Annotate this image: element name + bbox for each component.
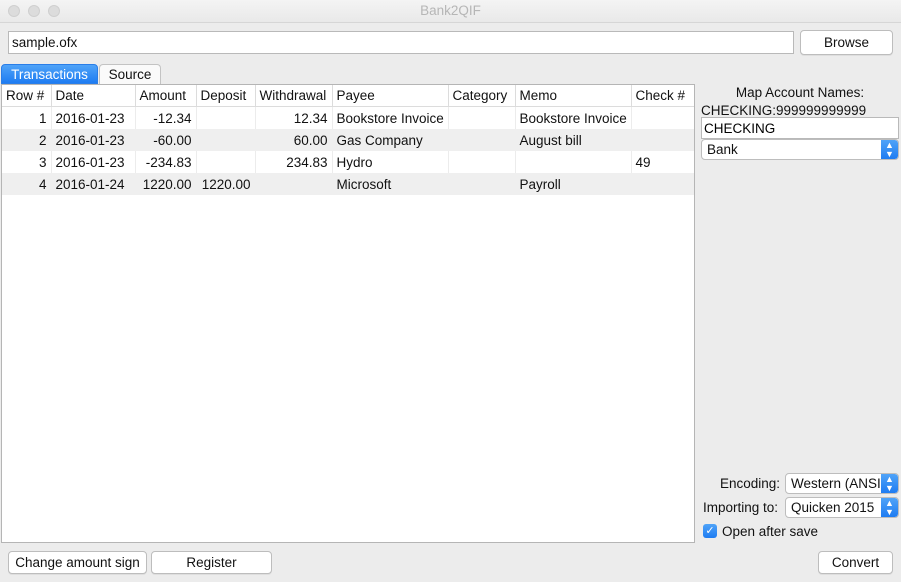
row-number-cell: 3 (2, 151, 52, 173)
date-cell: 2016-01-23 (51, 129, 136, 151)
withdrawal-cell: 60.00 (255, 129, 333, 151)
column-header[interactable]: Row # (2, 85, 52, 107)
title-bar: Bank2QIF (0, 0, 901, 23)
category-cell (448, 151, 516, 173)
deposit-cell (196, 106, 256, 129)
encoding-select[interactable]: Western (ANSI) ▲ ▼ (785, 473, 899, 494)
app-window: Bank2QIF Browse Transactions Source Row … (0, 0, 901, 582)
amount-cell: 1220.00 (135, 173, 197, 195)
tab-source[interactable]: Source (99, 64, 161, 84)
row-number-cell: 4 (2, 173, 52, 195)
checkmark-icon: ✓ (705, 525, 715, 537)
memo-cell: Bookstore Invoice (515, 106, 632, 129)
payee-cell: Gas Company (332, 129, 449, 151)
withdrawal-cell: 234.83 (255, 151, 333, 173)
importing-to-label: Importing to: (703, 500, 779, 515)
browse-button[interactable]: Browse (800, 30, 893, 55)
date-cell: 2016-01-24 (51, 173, 136, 195)
file-path-input[interactable] (8, 31, 794, 54)
encoding-label: Encoding: (720, 476, 781, 491)
transactions-table[interactable]: Row # Date Amount Deposit Withdrawal Pay… (1, 84, 695, 543)
column-header[interactable]: Amount (135, 85, 197, 107)
amount-cell: -234.83 (135, 151, 197, 173)
memo-cell (515, 151, 632, 173)
date-cell: 2016-01-23 (51, 106, 136, 129)
importing-to-value: Quicken 2015 (791, 500, 875, 515)
register-button[interactable]: Register (151, 551, 272, 574)
table-row[interactable]: 3 2016-01-23 -234.83 234.83 Hydro 49 (2, 151, 694, 173)
payee-cell: Bookstore Invoice (332, 106, 449, 129)
column-header[interactable]: Payee (332, 85, 449, 107)
row-number-cell: 2 (2, 129, 52, 151)
amount-cell: -60.00 (135, 129, 197, 151)
deposit-cell (196, 129, 256, 151)
table-row[interactable]: 1 2016-01-23 -12.34 12.34 Bookstore Invo… (2, 106, 694, 129)
deposit-cell: 1220.00 (196, 173, 256, 195)
account-type-select[interactable]: Bank ▲ ▼ (701, 139, 899, 160)
open-after-save-label[interactable]: Open after save (722, 524, 818, 539)
account-type-value: Bank (707, 142, 738, 157)
check-number-cell (631, 173, 694, 195)
column-header[interactable]: Memo (515, 85, 632, 107)
column-header[interactable]: Deposit (196, 85, 256, 107)
account-name-input[interactable] (701, 117, 899, 139)
column-header[interactable]: Check # (631, 85, 694, 107)
window-title: Bank2QIF (420, 3, 481, 18)
memo-cell: August bill (515, 129, 632, 151)
importing-to-select[interactable]: Quicken 2015 ▲ ▼ (785, 497, 899, 518)
memo-cell: Payroll (515, 173, 632, 195)
table-header-row: Row # Date Amount Deposit Withdrawal Pay… (2, 85, 694, 107)
withdrawal-cell: 12.34 (255, 106, 333, 129)
table-row[interactable]: 4 2016-01-24 1220.00 1220.00 Microsoft P… (2, 173, 694, 195)
updown-chevron-icon: ▲ ▼ (881, 140, 898, 159)
payee-cell: Hydro (332, 151, 449, 173)
column-header[interactable]: Category (448, 85, 516, 107)
open-after-save-checkbox[interactable]: ✓ (703, 524, 717, 538)
map-account-names-label: Map Account Names: (735, 85, 865, 100)
check-number-cell (631, 106, 694, 129)
payee-cell: Microsoft (332, 173, 449, 195)
row-number-cell: 1 (2, 106, 52, 129)
category-cell (448, 106, 516, 129)
table-row[interactable]: 2 2016-01-23 -60.00 60.00 Gas Company Au… (2, 129, 694, 151)
category-cell (448, 173, 516, 195)
check-number-cell: 49 (631, 151, 694, 173)
updown-chevron-icon: ▲ ▼ (881, 498, 898, 517)
updown-chevron-icon: ▲ ▼ (881, 474, 898, 493)
column-header[interactable]: Date (51, 85, 136, 107)
date-cell: 2016-01-23 (51, 151, 136, 173)
deposit-cell (196, 151, 256, 173)
amount-cell: -12.34 (135, 106, 197, 129)
encoding-value: Western (ANSI) (791, 476, 886, 491)
check-number-cell (631, 129, 694, 151)
column-header[interactable]: Withdrawal (255, 85, 333, 107)
account-id-label: CHECKING:999999999999 (701, 103, 867, 118)
change-amount-sign-button[interactable]: Change amount sign (8, 551, 147, 574)
category-cell (448, 129, 516, 151)
tab-transactions[interactable]: Transactions (1, 64, 98, 84)
withdrawal-cell (255, 173, 333, 195)
convert-button[interactable]: Convert (818, 551, 893, 574)
